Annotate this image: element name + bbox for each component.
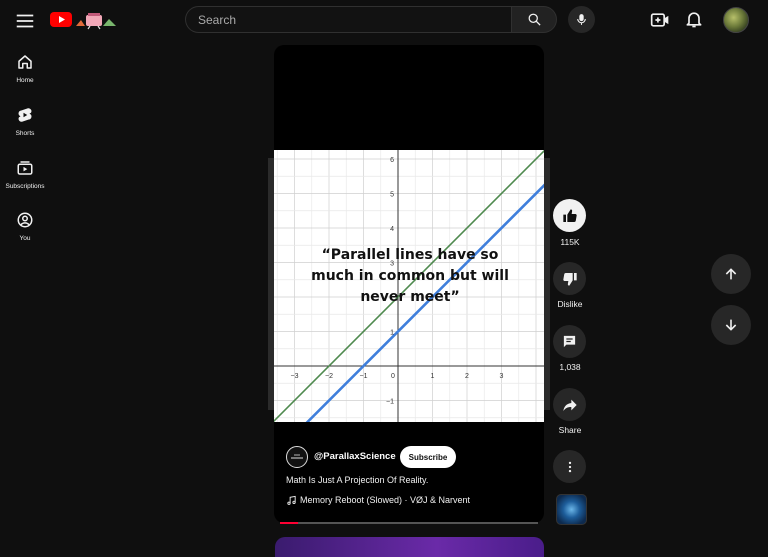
thumbs-up-icon [562, 208, 577, 222]
thumbs-down-icon [562, 272, 577, 286]
more-vertical-icon [568, 461, 571, 472]
comments-button[interactable] [553, 325, 586, 358]
microphone-icon [577, 14, 586, 25]
x-tick-label: 1 [431, 373, 435, 380]
sidebar-item-home[interactable]: Home [0, 53, 50, 101]
sidebar-item-label: You [19, 235, 31, 242]
share-arrow-icon [562, 399, 577, 411]
x-tick-label: −3 [291, 373, 299, 380]
you-icon [17, 212, 33, 228]
search-box[interactable] [185, 6, 511, 33]
subscriptions-icon [17, 161, 33, 175]
shorts-icon [18, 108, 32, 122]
music-note-icon [287, 495, 296, 505]
comment-icon [563, 335, 576, 348]
sidebar-item-label: Shorts [15, 130, 35, 137]
sidebar-item-subscriptions[interactable]: Subscriptions [0, 159, 50, 207]
like-count: 115K [560, 237, 580, 247]
sound-thumbnail[interactable] [556, 494, 587, 525]
next-short-button[interactable] [711, 305, 751, 345]
next-short-preview[interactable] [275, 537, 544, 557]
sidebar-item-shorts[interactable]: Shorts [0, 106, 50, 154]
like-button[interactable] [553, 199, 586, 232]
search-icon [528, 13, 541, 26]
video-quote-text: “Parallel lines have so much in common b… [311, 247, 509, 305]
share-button[interactable] [553, 388, 586, 421]
search-input[interactable] [186, 7, 511, 32]
frame-border [544, 158, 550, 410]
arrow-down-icon [725, 319, 737, 331]
y-tick-label: 1 [390, 330, 394, 337]
notifications-bell-icon[interactable] [684, 9, 704, 29]
channel-name[interactable]: @ParallaxScience [314, 451, 396, 462]
subscribe-button[interactable]: Subscribe [400, 446, 456, 468]
account-avatar[interactable] [723, 7, 749, 33]
channel-avatar[interactable] [286, 446, 308, 468]
x-tick-label: −1 [360, 373, 368, 380]
y-tick-label: 5 [390, 192, 394, 199]
dislike-label: Dislike [557, 299, 583, 309]
sidebar-item-label: Subscriptions [5, 183, 45, 190]
previous-short-button[interactable] [711, 254, 751, 294]
sidebar-item-label: Home [16, 77, 34, 84]
channel-logo-icon [291, 454, 303, 459]
y-tick-label: 4 [390, 226, 394, 233]
arrow-up-icon [725, 268, 737, 280]
search-button[interactable] [511, 6, 557, 33]
sidebar-item-you[interactable]: You [0, 211, 50, 259]
dislike-button[interactable] [553, 262, 586, 295]
music-track-link[interactable]: Memory Reboot (Slowed) · VØJ & Narvent [300, 495, 470, 505]
menu-icon[interactable] [14, 10, 36, 32]
more-options-button[interactable] [553, 450, 586, 483]
video-caption[interactable]: Math Is Just A Projection Of Reality. [286, 475, 428, 485]
comment-count: 1,038 [559, 362, 581, 372]
x-tick-label: 2 [465, 373, 469, 380]
progress-bar-fill [280, 522, 299, 524]
voice-search-button[interactable] [568, 6, 595, 33]
home-icon [18, 55, 32, 69]
x-tick-label: 3 [500, 373, 504, 380]
x-tick-label: −2 [325, 373, 333, 380]
y-tick-label: −1 [386, 399, 394, 406]
youtube-logo[interactable] [50, 9, 120, 31]
share-label: Share [558, 425, 582, 435]
progress-bar[interactable] [280, 522, 538, 524]
x-tick-label: 0 [391, 373, 395, 380]
y-tick-label: 6 [390, 157, 394, 164]
create-icon[interactable] [650, 10, 670, 30]
